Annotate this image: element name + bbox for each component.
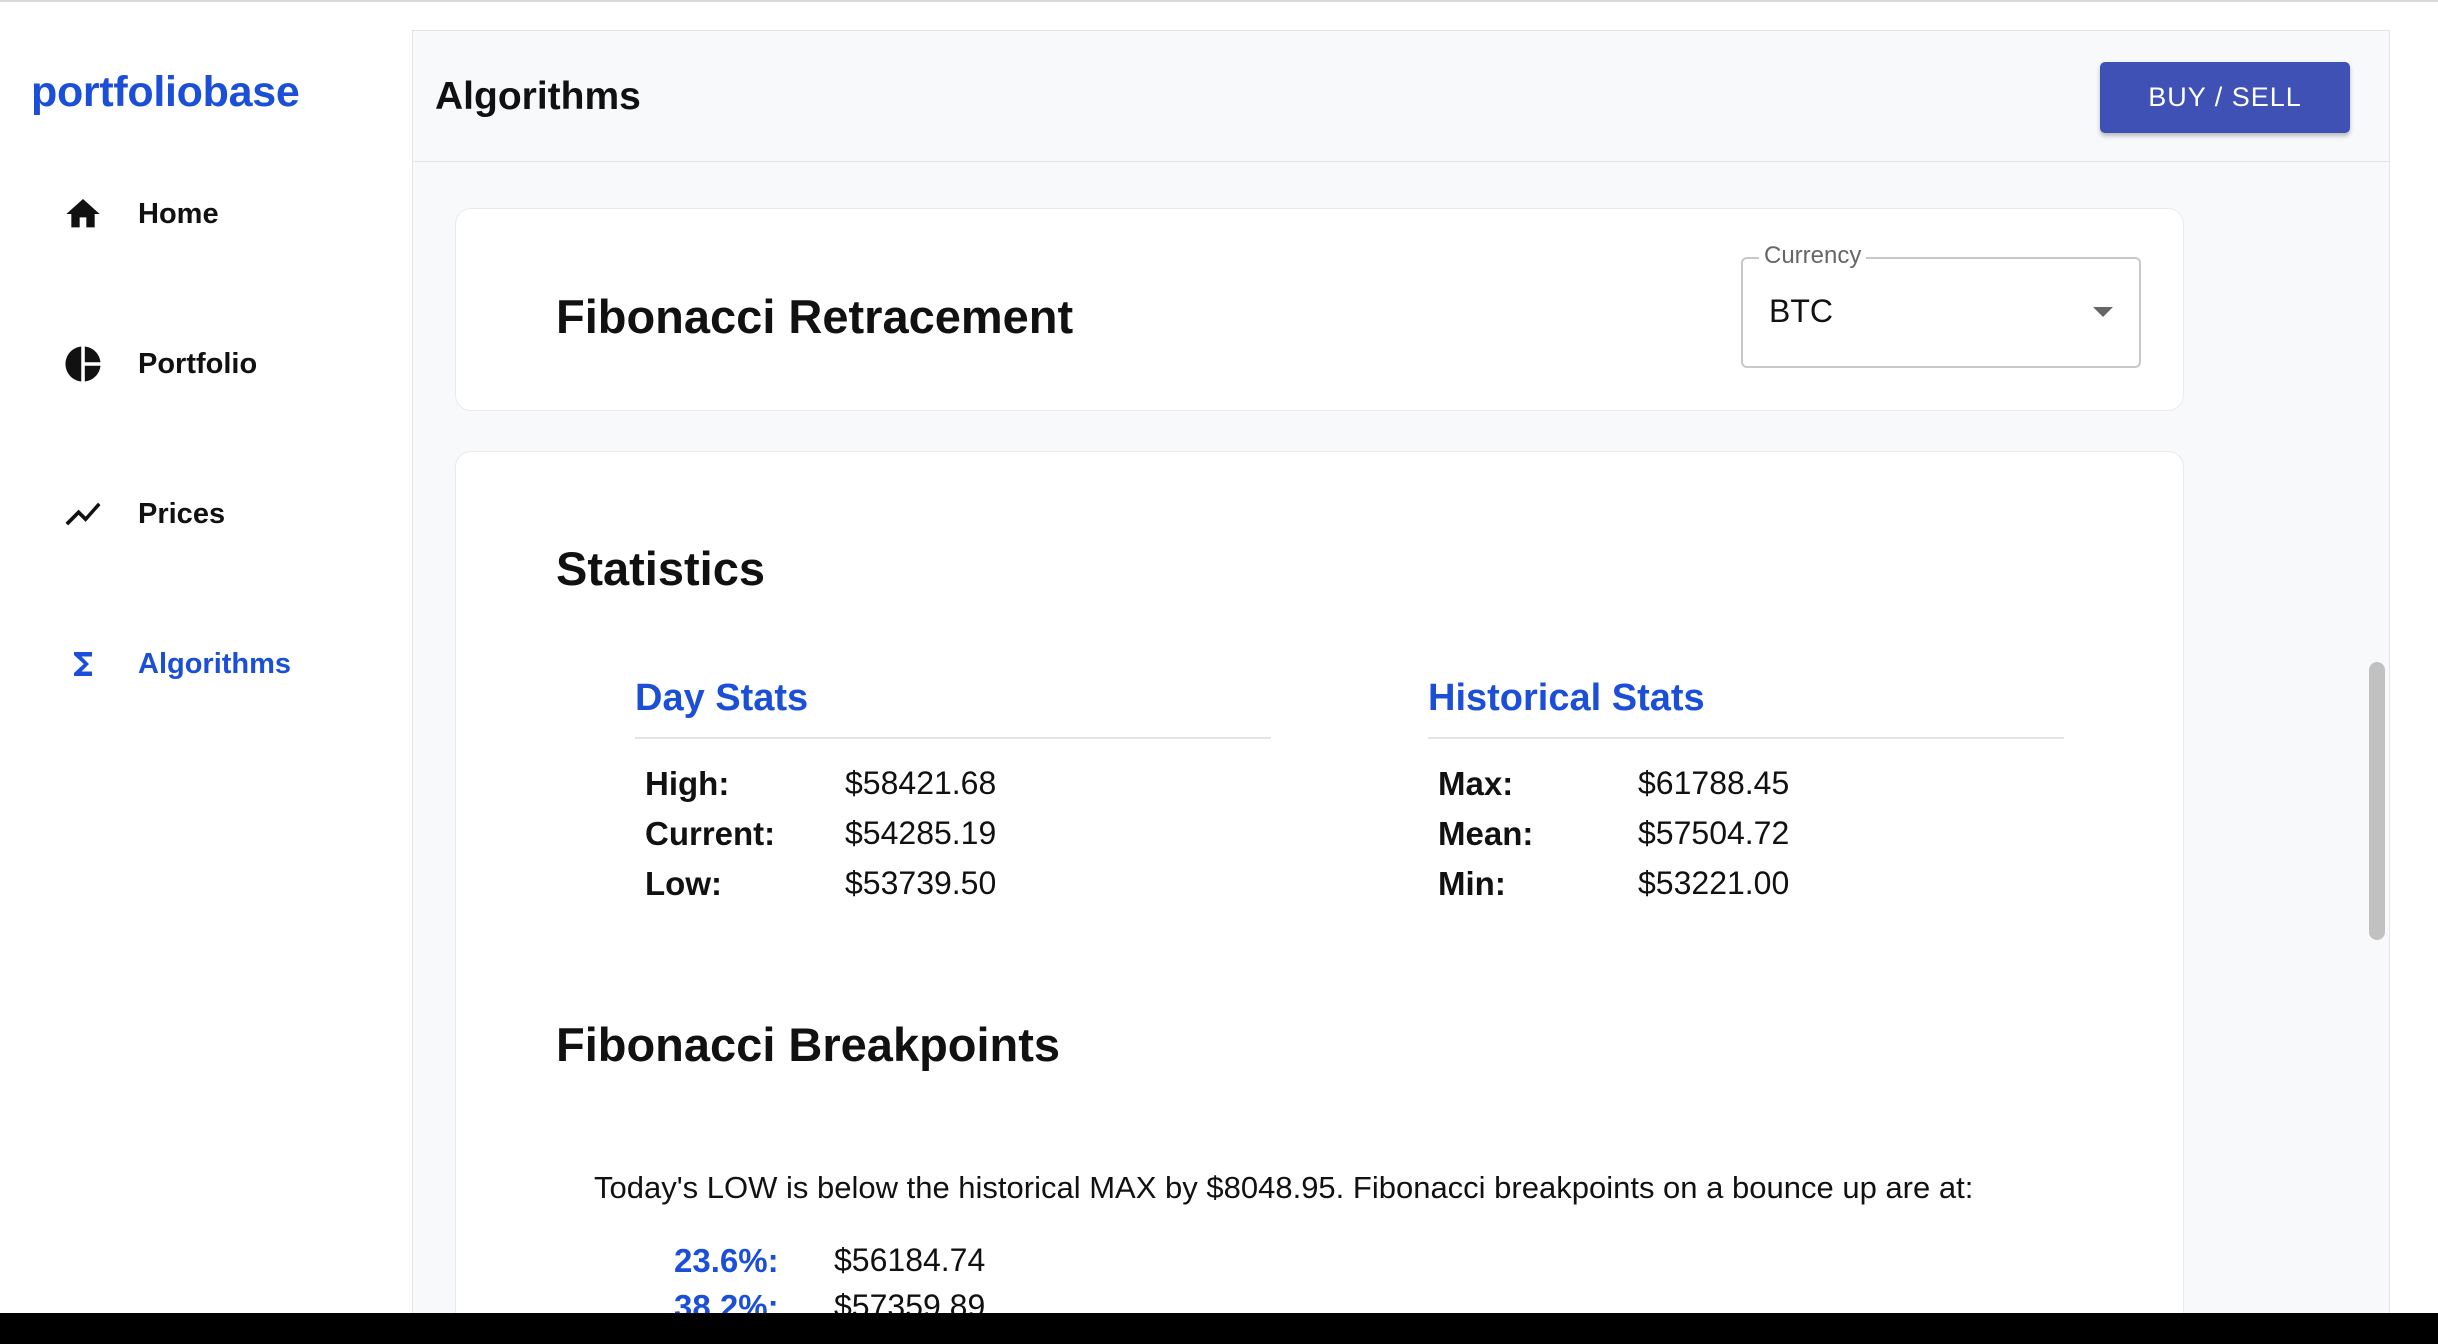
stats-key: Max: (1438, 765, 1514, 802)
stats-key: High: (645, 765, 730, 802)
trending-line-icon (62, 493, 104, 535)
currency-select-label: Currency (1759, 242, 1867, 270)
day-stats-title: Day Stats (635, 677, 1271, 739)
pie-chart-icon (62, 343, 104, 385)
sidebar-item-portfolio[interactable]: Portfolio (0, 314, 412, 414)
statistics-title: Statistics (556, 542, 765, 595)
stats-row: High: $58421.68 (635, 765, 1271, 815)
page-title: Algorithms (435, 75, 641, 118)
stats-value: $57504.72 (1638, 815, 1790, 851)
app-bar: Algorithms BUY / SELL (413, 31, 2389, 162)
sidebar-item-label: Algorithms (138, 647, 292, 680)
stats-value: $53739.50 (845, 865, 997, 901)
scrollbar[interactable] (2359, 162, 2389, 1313)
sidebar-item-label: Portfolio (138, 347, 258, 380)
historical-stats: Historical Stats Max: $61788.45 Mean: $5… (1428, 677, 2064, 915)
main-content: Algorithms BUY / SELL Fibonacci Retracem… (412, 30, 2390, 1313)
stats-row: Max: $61788.45 (1428, 765, 2064, 815)
buy-sell-button[interactable]: BUY / SELL (2100, 62, 2350, 133)
sidebar-item-prices[interactable]: Prices (0, 464, 412, 564)
sigma-icon (62, 643, 104, 685)
stats-value: $61788.45 (1638, 765, 1790, 801)
day-stats: Day Stats High: $58421.68 Current: $5428… (635, 677, 1271, 915)
stats-value: $53221.00 (1638, 865, 1790, 901)
algorithm-title: Fibonacci Retracement (556, 290, 1074, 343)
stats-key: Mean: (1438, 815, 1534, 852)
sidebar: portfoliobase Home Portfolio Prices Algo… (0, 2, 412, 1313)
scrollbar-thumb[interactable] (2369, 662, 2385, 940)
sidebar-item-home[interactable]: Home (0, 164, 412, 264)
sidebar-item-algorithms[interactable]: Algorithms (0, 614, 412, 714)
stats-value: $54285.19 (845, 815, 997, 851)
stats-key: Low: (645, 865, 722, 902)
app-window: portfoliobase Home Portfolio Prices Algo… (0, 0, 2438, 1313)
breakpoint-price: $56184.74 (834, 1242, 986, 1278)
brand-logo[interactable]: portfoliobase (31, 68, 300, 117)
breakpoint-price: $57359.89 (834, 1288, 986, 1313)
statistics-card: Statistics Day Stats High: $58421.68 Cur… (455, 451, 2184, 1313)
stats-row: Current: $54285.19 (635, 815, 1271, 865)
currency-select-value: BTC (1769, 293, 1833, 329)
stats-row: Low: $53739.50 (635, 865, 1271, 915)
breakpoints-title: Fibonacci Breakpoints (556, 1018, 1061, 1071)
breakpoint-level: 38.2%: (674, 1288, 779, 1313)
breakpoints-description: Today's LOW is below the historical MAX … (594, 1170, 1974, 1205)
stats-row: Min: $53221.00 (1428, 865, 2064, 915)
historical-stats-title: Historical Stats (1428, 677, 2064, 739)
stats-row: Mean: $57504.72 (1428, 815, 2064, 865)
home-icon (62, 193, 104, 235)
chevron-down-icon (2093, 307, 2113, 317)
algorithm-header-card: Fibonacci Retracement Currency BTC (455, 208, 2184, 411)
stats-value: $58421.68 (845, 765, 997, 801)
sidebar-item-label: Prices (138, 497, 226, 530)
stats-key: Current: (645, 815, 776, 852)
sidebar-item-label: Home (138, 197, 219, 230)
breakpoint-level: 23.6%: (674, 1242, 779, 1279)
currency-select[interactable]: Currency BTC (1741, 242, 2141, 368)
screen-edge (0, 1313, 2438, 1344)
stats-key: Min: (1438, 865, 1506, 902)
